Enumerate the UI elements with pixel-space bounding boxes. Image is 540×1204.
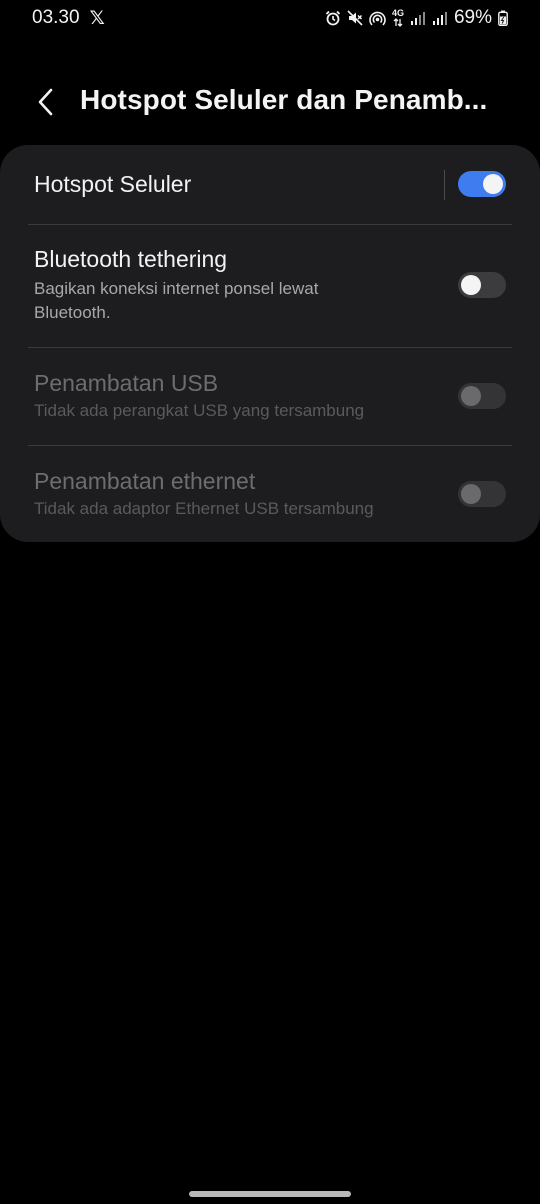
status-time: 03.30 (32, 7, 80, 28)
ethernet-tethering-title: Penambatan ethernet (34, 468, 256, 494)
status-left: 03.30 𝕏 (32, 7, 105, 29)
hotspot-icon (369, 11, 386, 26)
battery-percent: 69% (453, 7, 492, 28)
bluetooth-tethering-subtitle: Bagikan koneksi internet ponsel lewat Bl… (34, 279, 319, 322)
toggle-knob (461, 386, 481, 406)
back-button[interactable] (28, 82, 64, 122)
row-divider (28, 347, 512, 348)
row-divider (28, 445, 512, 446)
alarm-icon (325, 10, 341, 26)
hotspot-row[interactable]: Hotspot Seluler (34, 171, 512, 198)
bluetooth-tethering-row[interactable]: Bluetooth tethering Bagikan koneksi inte… (34, 246, 434, 325)
hotspot-title: Hotspot Seluler (34, 171, 192, 197)
hotspot-divider (444, 170, 445, 200)
signal-icon-sim1 (410, 12, 425, 25)
header: Hotspot Seluler dan Penamb... (0, 80, 540, 124)
bluetooth-tethering-title: Bluetooth tethering (34, 246, 228, 272)
network-label: 4G (391, 8, 404, 18)
ethernet-tethering-subtitle: Tidak ada adaptor Ethernet USB tersambun… (34, 499, 374, 518)
hotspot-toggle[interactable] (458, 171, 506, 197)
gesture-nav-handle[interactable] (189, 1191, 351, 1197)
ethernet-tethering-toggle (458, 481, 506, 507)
row-divider (28, 224, 512, 225)
toggle-knob (461, 275, 481, 295)
usb-tethering-row: Penambatan USB Tidak ada perangkat USB y… (34, 370, 434, 423)
x-icon: 𝕏 (89, 7, 105, 29)
status-right: 4G 69% (325, 7, 508, 29)
bluetooth-tethering-toggle[interactable] (458, 272, 506, 298)
usb-tethering-toggle (458, 383, 506, 409)
network-type: 4G (392, 9, 404, 27)
usb-tethering-title: Penambatan USB (34, 370, 219, 396)
signal-icon-sim2 (432, 12, 447, 25)
ethernet-tethering-row: Penambatan ethernet Tidak ada adaptor Et… (34, 468, 434, 521)
battery-icon (498, 10, 508, 26)
mute-icon (347, 10, 363, 26)
data-arrows-icon (393, 18, 403, 27)
chevron-left-icon (38, 88, 53, 116)
toggle-knob (483, 174, 503, 194)
status-bar: 03.30 𝕏 4G 69% (0, 0, 540, 36)
usb-tethering-subtitle: Tidak ada perangkat USB yang tersambung (34, 401, 365, 420)
toggle-knob (461, 484, 481, 504)
page-title: Hotspot Seluler dan Penamb... (80, 84, 488, 115)
